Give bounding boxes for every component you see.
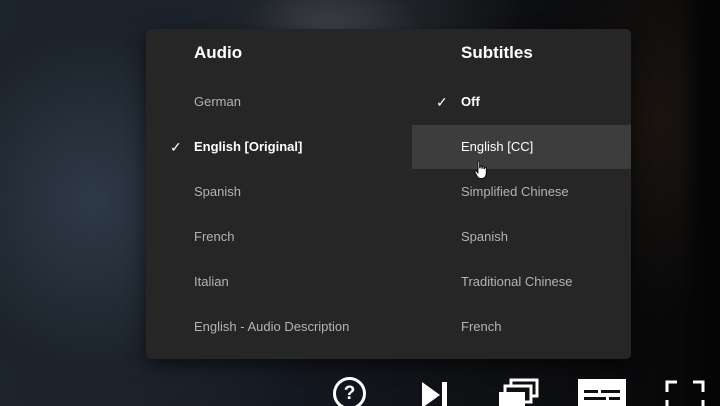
audio-subtitles-menu: Audio Subtitles German ✓ English [Origin… xyxy=(146,29,631,359)
subtitles-audio-icon[interactable] xyxy=(577,378,627,406)
audio-option-english-original[interactable]: ✓ English [Original] xyxy=(146,125,412,169)
audio-option-french[interactable]: French xyxy=(146,215,412,259)
subtitle-option-label: French xyxy=(461,319,502,334)
fullscreen-icon[interactable] xyxy=(665,380,705,406)
subtitle-option-label: Spanish xyxy=(461,229,508,244)
audio-option-label: English - Audio Description xyxy=(194,319,350,334)
audio-option-english-audio-description[interactable]: English - Audio Description xyxy=(146,305,412,349)
hand-cursor-icon xyxy=(474,160,487,179)
episodes-icon[interactable] xyxy=(497,378,541,406)
subtitle-option-english-cc[interactable]: English [CC] xyxy=(412,125,631,169)
checkmark-icon: ✓ xyxy=(170,139,182,155)
audio-option-label: German xyxy=(194,94,241,109)
audio-heading: Audio xyxy=(194,43,243,62)
audio-option-spanish[interactable]: Spanish xyxy=(146,170,412,214)
audio-option-italian[interactable]: Italian xyxy=(146,260,412,304)
audio-option-label: French xyxy=(194,229,235,244)
video-edge-shadow xyxy=(680,0,720,406)
next-episode-icon[interactable] xyxy=(420,380,450,406)
checkmark-icon: ✓ xyxy=(436,94,448,110)
help-icon[interactable]: ? xyxy=(333,377,366,406)
subtitle-option-french[interactable]: French xyxy=(412,305,631,349)
subtitle-option-label: Off xyxy=(461,94,480,109)
audio-option-label: Spanish xyxy=(194,184,241,199)
audio-option-label: English [Original] xyxy=(194,139,303,154)
subtitles-heading: Subtitles xyxy=(461,43,533,62)
subtitle-option-spanish[interactable]: Spanish xyxy=(412,215,631,259)
audio-option-label: Italian xyxy=(194,274,229,289)
video-player[interactable]: Audio Subtitles German ✓ English [Origin… xyxy=(0,0,720,406)
audio-option-german[interactable]: German xyxy=(146,80,412,124)
subtitle-option-traditional-chinese[interactable]: Traditional Chinese xyxy=(412,260,631,304)
subtitle-option-off[interactable]: ✓ Off xyxy=(412,80,631,124)
subtitle-option-label: Traditional Chinese xyxy=(461,274,573,289)
subtitle-option-label: English [CC] xyxy=(461,139,534,154)
subtitle-option-simplified-chinese[interactable]: Simplified Chinese xyxy=(412,170,631,214)
